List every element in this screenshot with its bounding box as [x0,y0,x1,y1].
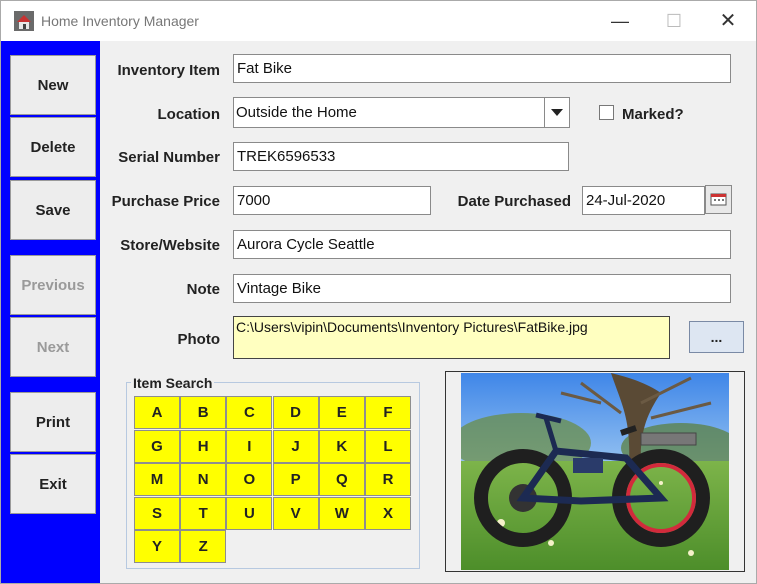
purchase-price-label: Purchase Price [111,193,220,210]
exit-button[interactable]: Exit [10,454,96,514]
letter-button-h[interactable]: H [180,429,227,463]
letter-button-z[interactable]: Z [180,530,227,564]
bike-photo-image [461,373,729,570]
app-icon [14,11,34,31]
marked-label: Marked? [622,106,684,123]
photo-preview [445,371,745,572]
new-button[interactable]: New [10,55,96,115]
close-button[interactable]: ✕ [701,1,755,41]
date-purchased-label: Date Purchased [457,193,571,210]
letter-button-f[interactable]: F [365,396,411,429]
maximize-button[interactable]: ☐ [647,1,701,41]
letter-button-d[interactable]: D [272,396,319,429]
photo-label: Photo [177,331,221,348]
save-button[interactable]: Save [10,180,96,240]
letter-button-p[interactable]: P [272,463,319,497]
photo-path-field[interactable]: C:\Users\vipin\Documents\Inventory Pictu… [233,316,670,359]
letter-button-a[interactable]: A [134,396,180,429]
letter-button-v[interactable]: V [272,496,319,530]
next-button[interactable]: Next [10,317,96,377]
marked-checkbox[interactable] [599,105,614,120]
letter-button-w[interactable]: W [318,496,365,530]
inventory-item-field[interactable]: Fat Bike [233,54,731,83]
item-search-title: Item Search [131,375,215,391]
letter-button-b[interactable]: B [180,396,227,429]
note-label: Note [186,281,220,298]
date-purchased-field[interactable]: 24-Jul-2020 [582,186,705,215]
app-window: Home Inventory Manager — ☐ ✕ New Delete … [0,0,757,584]
letter-button-j[interactable]: J [272,429,319,463]
letter-button-m[interactable]: M [134,463,180,497]
letter-button-i[interactable]: I [226,429,273,463]
inventory-item-label: Inventory Item [117,62,220,79]
letter-button-k[interactable]: K [318,429,365,463]
date-picker-button[interactable] [705,185,732,214]
letter-button-c[interactable]: C [226,396,273,429]
print-button[interactable]: Print [10,392,96,452]
letter-button-u[interactable]: U [226,496,273,530]
location-dropdown[interactable]: Outside the Home [233,97,570,128]
calendar-icon [710,193,727,206]
letter-button-l[interactable]: L [365,429,411,463]
minimize-button[interactable]: — [593,1,647,41]
browse-photo-button[interactable]: ... [689,321,744,353]
letter-button-s[interactable]: S [134,496,180,530]
letter-button-t[interactable]: T [180,496,227,530]
letter-button-o[interactable]: O [226,463,273,497]
store-website-field[interactable]: Aurora Cycle Seattle [233,230,731,259]
toolbar-panel: New Delete Save Previous Next Print Exit [1,41,100,583]
letter-button-g[interactable]: G [134,429,180,463]
serial-number-field[interactable]: TREK6596533 [233,142,569,171]
title-bar: Home Inventory Manager — ☐ ✕ [1,1,756,41]
note-field[interactable]: Vintage Bike [233,274,731,303]
purchase-price-field[interactable]: 7000 [233,186,431,215]
letter-button-n[interactable]: N [180,463,227,497]
store-website-label: Store/Website [120,237,220,254]
letter-button-e[interactable]: E [318,396,365,429]
previous-button[interactable]: Previous [10,255,96,315]
letter-button-r[interactable]: R [365,463,411,497]
letter-button-y[interactable]: Y [134,530,180,564]
dropdown-arrow-icon[interactable] [544,98,569,127]
letter-button-x[interactable]: X [365,496,411,530]
delete-button[interactable]: Delete [10,117,96,177]
letter-button-q[interactable]: Q [318,463,365,497]
location-selected-value: Outside the Home [236,104,357,121]
location-label: Location [157,106,221,123]
window-title: Home Inventory Manager [41,13,199,29]
serial-number-label: Serial Number [118,149,220,166]
